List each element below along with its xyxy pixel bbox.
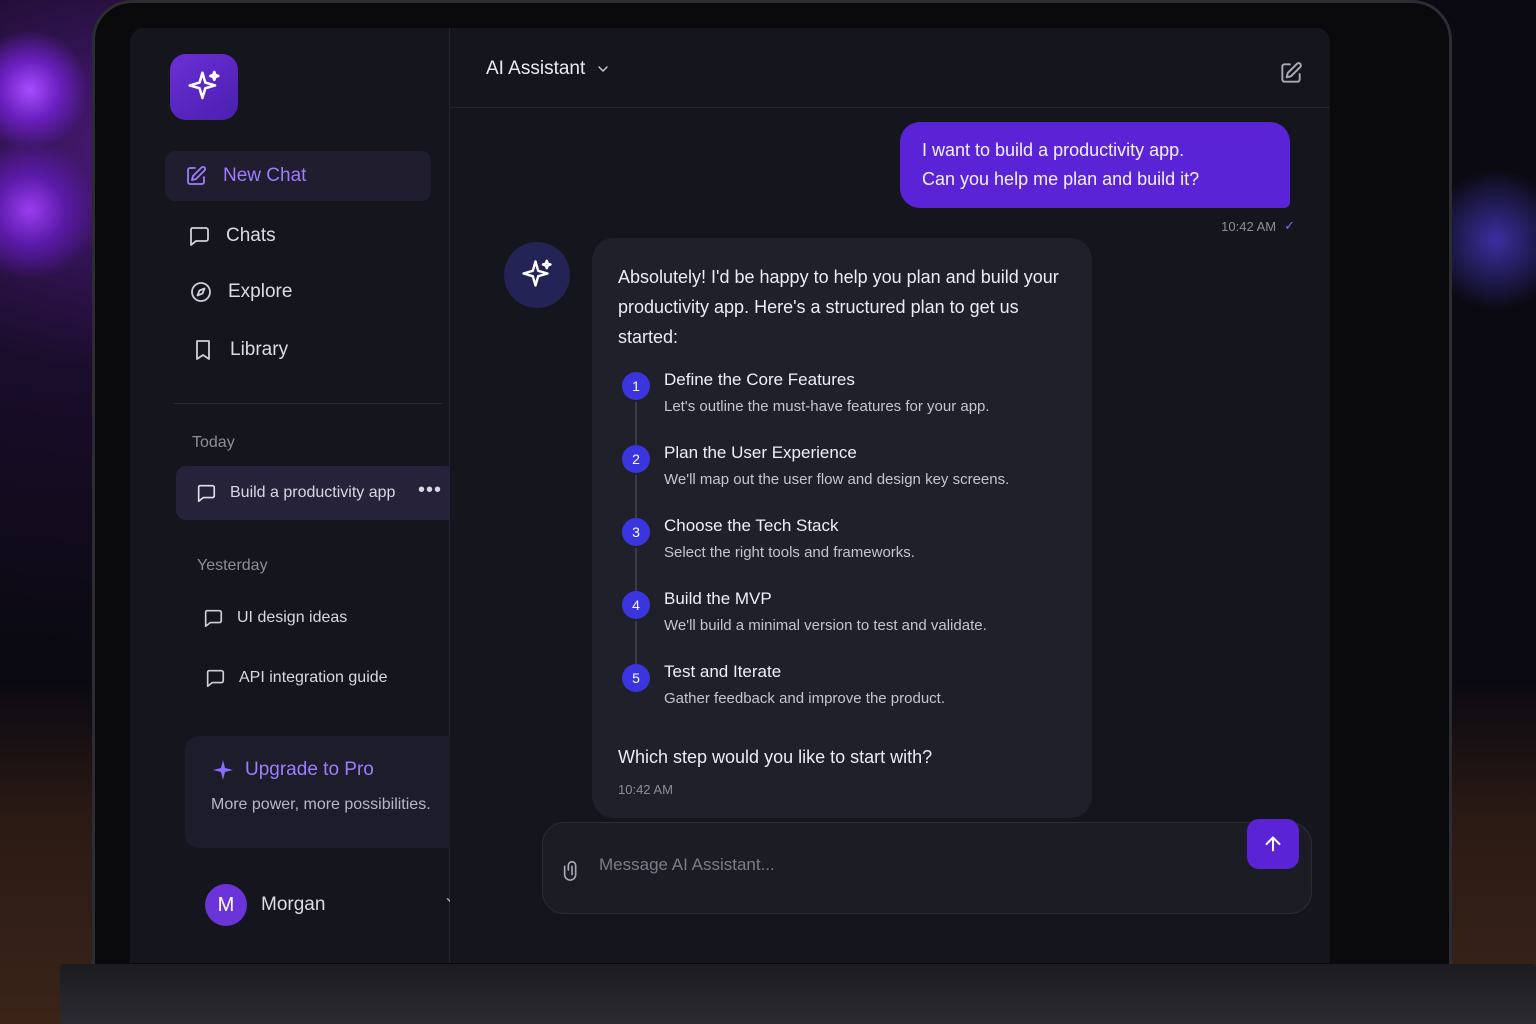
compass-icon [188, 279, 214, 305]
step-number-badge: 5 [622, 664, 650, 692]
message-composer [542, 819, 1312, 914]
user-name: Morgan [261, 894, 326, 915]
step-description: We'll build a minimal version to test an… [664, 617, 987, 634]
new-chat-button[interactable]: New Chat [165, 151, 431, 201]
assistant-outro: Which step would you like to start with? [618, 747, 933, 767]
chat-bubble-icon [201, 606, 225, 630]
step-description: We'll map out the user flow and design k… [664, 471, 1010, 488]
compose-icon [183, 163, 209, 189]
step-number-badge: 1 [622, 372, 650, 400]
step-connector [635, 475, 637, 518]
background-glow [0, 140, 100, 280]
step-title: Choose the Tech Stack [664, 516, 839, 535]
upgrade-card[interactable]: Upgrade to Pro More power, more possibil… [185, 736, 467, 848]
assistant-intro: Absolutely! I'd be happy to help you pla… [618, 267, 1059, 347]
step-description: Let's outline the must-have features for… [664, 398, 990, 415]
arrow-up-icon [1265, 836, 1281, 852]
step-connector [635, 621, 637, 664]
plan-step: 2 Plan the User Experience We'll map out… [618, 443, 1066, 518]
sparkle-icon [213, 760, 233, 780]
chat-history-item[interactable]: UI design ideas [201, 606, 347, 630]
step-title: Test and Iterate [664, 662, 782, 681]
step-number-badge: 4 [622, 591, 650, 619]
plan-steps-list: 1 Define the Core Features Let's outline… [618, 370, 1066, 735]
compose-icon[interactable] [1278, 60, 1304, 86]
chat-history-label: UI design ideas [237, 609, 348, 626]
nav-label: New Chat [223, 165, 307, 186]
nav-label: Explore [228, 281, 293, 302]
step-title: Plan the User Experience [664, 443, 857, 462]
laptop-keyboard-deck [60, 964, 1536, 1024]
chevron-down-icon [598, 66, 608, 72]
step-title: Build the MVP [664, 589, 772, 608]
sparkle-icon [522, 259, 552, 287]
nav-label: Chats [226, 225, 276, 246]
background-glow [0, 30, 90, 150]
sidebar-item-library[interactable]: Library [172, 325, 438, 375]
message-timestamp: 10:42 AM ✓ [1221, 218, 1295, 234]
timestamp-text: 10:42 AM [1221, 218, 1277, 234]
model-selector[interactable]: AI Assistant [486, 58, 611, 80]
nav-label: Library [230, 339, 289, 360]
sparkle-icon [188, 70, 220, 100]
sidebar-item-chats[interactable]: Chats [168, 211, 434, 261]
chat-bubble-icon [203, 666, 227, 690]
step-description: Select the right tools and frameworks. [664, 544, 915, 561]
user-message-bubble: I want to build a productivity app. Can … [900, 122, 1290, 208]
send-button[interactable] [1247, 819, 1299, 869]
step-connector [635, 402, 637, 445]
chat-history-label: Build a productivity app [230, 484, 396, 501]
assistant-avatar [504, 242, 570, 308]
upgrade-title-row: Upgrade to Pro [211, 758, 441, 782]
plan-step: 4 Build the MVP We'll build a minimal ve… [618, 589, 1066, 664]
avatar: M [205, 884, 247, 926]
upgrade-subtitle: More power, more possibilities. [211, 796, 431, 813]
step-description: Gather feedback and improve the product. [664, 690, 946, 707]
step-title: Define the Core Features [664, 370, 855, 389]
chat-bubble-icon [186, 223, 212, 249]
sidebar: New Chat Chats Explore Library Today Bui… [130, 28, 467, 963]
checkmark-icon: ✓ [1284, 218, 1295, 233]
app-window: New Chat Chats Explore Library Today Bui… [130, 28, 1330, 963]
app-logo[interactable] [170, 54, 238, 120]
chat-history-item[interactable]: API integration guide [203, 666, 388, 690]
message-input[interactable] [599, 855, 1199, 875]
sidebar-item-explore[interactable]: Explore [170, 267, 436, 317]
page-title: AI Assistant [486, 58, 586, 79]
plan-step: 1 Define the Core Features Let's outline… [618, 370, 1066, 445]
step-number-badge: 2 [622, 445, 650, 473]
main-panel: AI Assistant I want to build a productiv… [450, 28, 1330, 963]
more-options-icon[interactable]: ••• [418, 479, 442, 502]
step-connector [635, 548, 637, 591]
bookmark-icon [190, 337, 216, 363]
chat-history-item[interactable]: Build a productivity app ••• [176, 466, 456, 520]
plan-step: 5 Test and Iterate Gather feedback and i… [618, 662, 1066, 735]
plan-step: 3 Choose the Tech Stack Select the right… [618, 516, 1066, 591]
chat-history-label: API integration guide [239, 669, 388, 686]
sidebar-divider [174, 403, 442, 404]
message-line: Can you help me plan and build it? [922, 169, 1200, 189]
step-number-badge: 3 [622, 518, 650, 546]
top-bar: AI Assistant [450, 28, 1330, 108]
chat-bubble-icon [194, 481, 218, 505]
section-label-today: Today [192, 434, 235, 451]
message-line: I want to build a productivity app. [922, 140, 1185, 160]
user-profile[interactable]: M Morgan [205, 880, 465, 930]
section-label-yesterday: Yesterday [197, 557, 268, 574]
upgrade-title: Upgrade to Pro [245, 759, 374, 780]
message-timestamp: 10:42 AM [618, 782, 673, 797]
paperclip-icon[interactable] [561, 857, 583, 883]
assistant-message-bubble: Absolutely! I'd be happy to help you pla… [592, 238, 1092, 818]
